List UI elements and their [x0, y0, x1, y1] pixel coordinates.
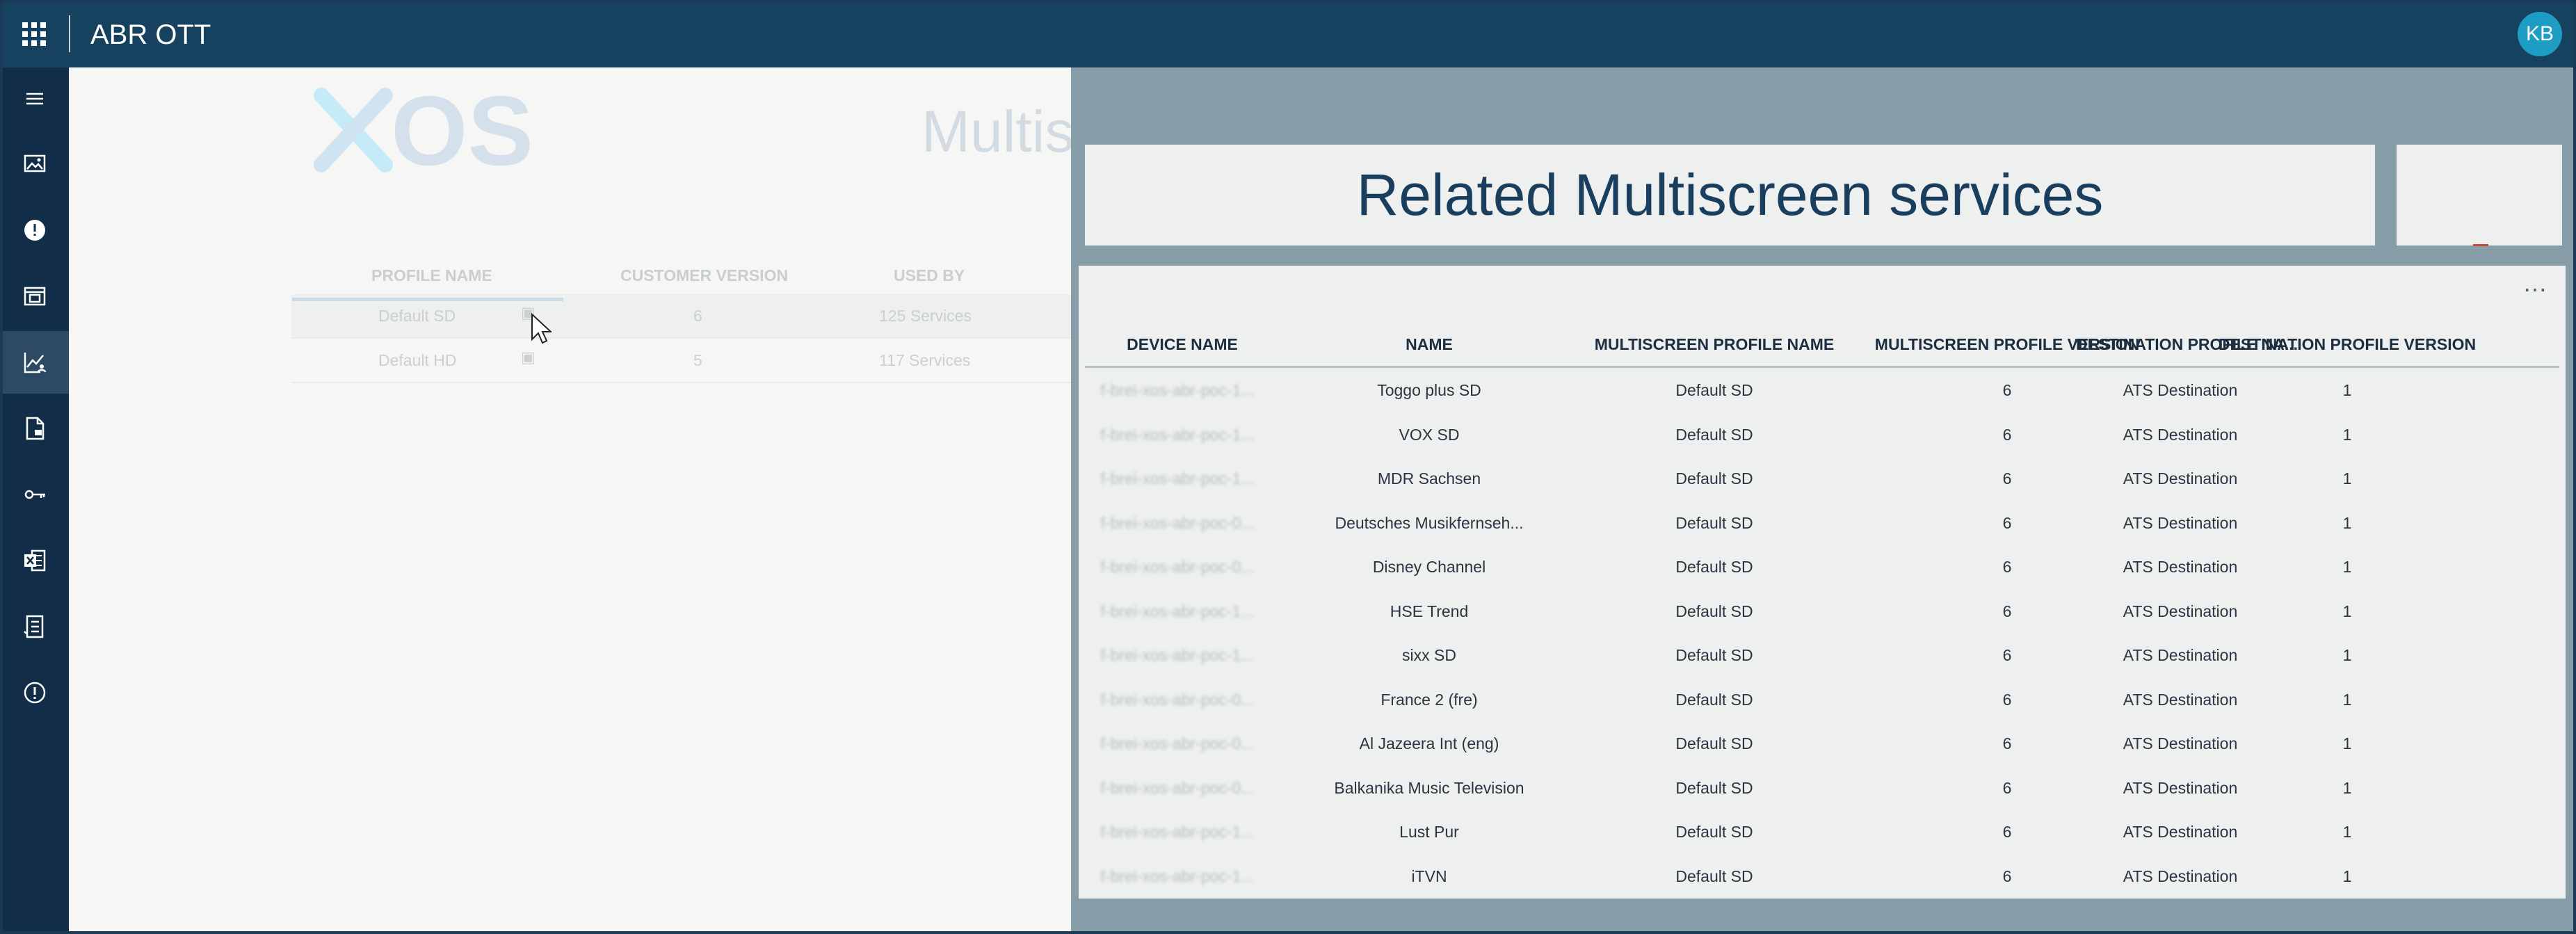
- table-row[interactable]: f-brei-xos-abr-poc-0... Deutsches Musikfe…: [1085, 501, 2559, 545]
- excel-icon[interactable]: [0, 529, 69, 592]
- checklist-icon[interactable]: [0, 595, 69, 658]
- media-panel-icon[interactable]: [0, 265, 69, 328]
- panel-title-card: Related Multiscreen services: [1085, 145, 2375, 245]
- device-name-cell: f-brei-xos-abr-poc-1...: [1100, 381, 1255, 399]
- destination-profile-version-cell: 1: [2342, 690, 2352, 709]
- customer-version: 6: [693, 307, 702, 325]
- destination-profile-version-cell: 1: [2342, 778, 2352, 797]
- analytics-user-icon[interactable]: [0, 331, 69, 394]
- destination-profile-version-cell: 1: [2342, 381, 2352, 399]
- used-by[interactable]: 117 Services: [879, 351, 970, 370]
- app-title: ABR OTT: [90, 19, 211, 50]
- status-indicator: [2473, 244, 2488, 246]
- app-launcher-icon[interactable]: [22, 22, 46, 46]
- menu-icon[interactable]: [0, 67, 69, 130]
- device-name-cell: f-brei-xos-abr-poc-0...: [1100, 734, 1255, 752]
- info-icon[interactable]: [0, 661, 69, 724]
- table-row[interactable]: f-brei-xos-abr-poc-1... Toggo plus SD Defa…: [1085, 368, 2559, 412]
- more-options-icon[interactable]: ⋯: [2523, 278, 2548, 302]
- device-name-cell: f-brei-xos-abr-poc-1...: [1100, 602, 1255, 620]
- key-icon[interactable]: [0, 463, 69, 526]
- table-row[interactable]: f-brei-xos-abr-poc-1... MDR Sachsen Defaul…: [1085, 456, 2559, 500]
- col-destination-profile-version[interactable]: DESTINATION PROFILE VERSION: [2208, 335, 2486, 354]
- profile-name: Default HD: [378, 351, 457, 369]
- alert-icon[interactable]: [0, 199, 69, 261]
- destination-profile-version-cell: 1: [2342, 469, 2352, 488]
- device-name-cell: f-brei-xos-abr-poc-1...: [1100, 425, 1255, 444]
- table-row[interactable]: f-brei-xos-abr-poc-1... sixx SD Default SD…: [1085, 633, 2559, 677]
- destination-profile-version-cell: 1: [2342, 602, 2352, 620]
- col-customer-version[interactable]: CUSTOMER VERSION: [620, 266, 788, 285]
- table-row[interactable]: f-brei-xos-abr-poc-1... VOX SD Default SD 6…: [1085, 412, 2559, 456]
- device-name-cell: f-brei-xos-abr-poc-0...: [1100, 513, 1255, 532]
- svg-text:OS: OS: [391, 83, 533, 180]
- xos-logo: OS: [309, 76, 559, 186]
- panel-title: Related Multiscreen services: [1356, 162, 2104, 227]
- col-used-by[interactable]: USED BY: [894, 266, 965, 285]
- destination-profile-version-cell: 1: [2342, 734, 2352, 752]
- destination-profile-version-cell: 1: [2342, 646, 2352, 664]
- device-name-cell: f-brei-xos-abr-poc-1...: [1100, 867, 1255, 885]
- table-row[interactable]: f-brei-xos-abr-poc-1... Lust Pur Default S…: [1085, 810, 2559, 853]
- top-bar: ABR OTT KB: [0, 0, 2576, 67]
- destination-profile-version-cell: 1: [2342, 513, 2352, 532]
- mouse-cursor-icon: [531, 312, 553, 348]
- page-heading: Multis: [921, 99, 1074, 164]
- used-by[interactable]: 125 Services: [879, 307, 972, 325]
- card-icon[interactable]: ▣: [521, 348, 536, 367]
- image-gallery-icon[interactable]: [0, 133, 69, 195]
- sidebar: [0, 67, 69, 934]
- table-row[interactable]: f-brei-xos-abr-poc-0... Disney Channel Def…: [1085, 545, 2559, 588]
- device-name-cell: f-brei-xos-abr-poc-0...: [1100, 778, 1255, 797]
- col-profile-name[interactable]: PROFILE NAME: [371, 266, 492, 285]
- top-divider: [69, 15, 70, 52]
- services-table-header: DEVICE NAME NAME MULTISCREEN PROFILE NAM…: [1085, 325, 2559, 368]
- device-name-cell: f-brei-xos-abr-poc-1...: [1100, 646, 1255, 664]
- document-export-icon[interactable]: [0, 397, 69, 460]
- destination-profile-version-cell: 1: [2342, 867, 2352, 885]
- table-row[interactable]: f-brei-xos-abr-poc-0... Balkanika Music T…: [1085, 766, 2559, 810]
- profile-name: Default SD: [378, 307, 456, 325]
- table-row[interactable]: f-brei-xos-abr-poc-1... HSE Trend Default …: [1085, 589, 2559, 633]
- table-row[interactable]: f-brei-xos-abr-poc-1... iTVN Default SD 6 AT…: [1085, 854, 2559, 898]
- device-name-cell: f-brei-xos-abr-poc-1...: [1100, 823, 1255, 841]
- destination-profile-version-cell: 1: [2342, 823, 2352, 841]
- destination-profile-version-cell: 1: [2342, 558, 2352, 576]
- user-avatar[interactable]: KB: [2518, 12, 2562, 56]
- col-device-name[interactable]: DEVICE NAME: [1085, 335, 1280, 354]
- table-row[interactable]: f-brei-xos-abr-poc-0... France 2 (fre) Def…: [1085, 677, 2559, 721]
- device-name-cell: f-brei-xos-abr-poc-1...: [1100, 469, 1255, 488]
- device-name-cell: f-brei-xos-abr-poc-0...: [1100, 690, 1255, 709]
- destination-profile-version-cell: 1: [2342, 425, 2352, 444]
- customer-version: 5: [693, 351, 702, 369]
- table-row[interactable]: f-brei-xos-abr-poc-0... Al Jazeera Int (e…: [1085, 721, 2559, 765]
- active-column-indicator: [292, 298, 563, 301]
- panel-side-card: [2397, 145, 2562, 245]
- device-name-cell: f-brei-xos-abr-poc-0...: [1100, 558, 1255, 576]
